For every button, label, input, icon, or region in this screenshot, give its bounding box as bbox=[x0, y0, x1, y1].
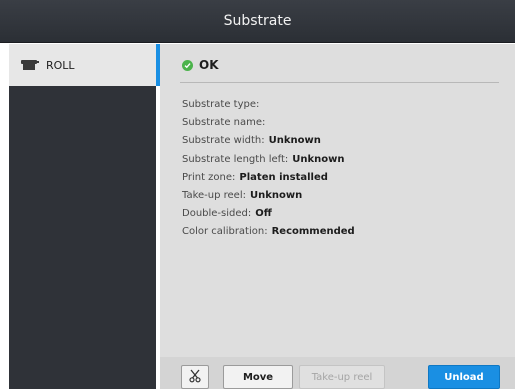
property-value: Off bbox=[255, 208, 272, 220]
property-take-up-reel: Take-up reel: Unknown bbox=[182, 187, 355, 205]
status-label: OK bbox=[199, 58, 219, 72]
property-value: Unknown bbox=[268, 135, 321, 147]
property-color-calibration: Color calibration: Recommended bbox=[182, 223, 355, 241]
property-list: Substrate type: Substrate name: Substrat… bbox=[182, 96, 355, 242]
divider bbox=[180, 82, 499, 83]
action-toolbar: Move Take-up reel Unload bbox=[160, 357, 515, 389]
scissors-icon bbox=[188, 369, 202, 386]
cut-button[interactable] bbox=[181, 365, 209, 389]
property-label: Take-up reel: bbox=[182, 189, 246, 201]
property-value: Unknown bbox=[292, 153, 345, 165]
property-label: Substrate length left: bbox=[182, 153, 289, 165]
property-value: Recommended bbox=[271, 226, 355, 238]
unload-button[interactable]: Unload bbox=[428, 365, 500, 389]
property-substrate-length-left: Substrate length left: Unknown bbox=[182, 151, 355, 169]
property-value: Unknown bbox=[249, 189, 303, 201]
detail-panel: OK Substrate type: Substrate name: Subst… bbox=[160, 44, 515, 389]
property-label: Double-sided: bbox=[182, 208, 252, 220]
page-title: Substrate bbox=[223, 13, 292, 29]
property-label: Print zone: bbox=[182, 171, 236, 183]
check-icon bbox=[182, 59, 193, 71]
sidebar: ROLL bbox=[9, 44, 156, 389]
property-double-sided: Double-sided: Off bbox=[182, 205, 355, 223]
property-label: Substrate type: bbox=[182, 99, 260, 110]
sidebar-item-roll[interactable]: ROLL bbox=[9, 44, 156, 86]
property-value: Platen installed bbox=[239, 171, 328, 183]
move-button[interactable]: Move bbox=[223, 365, 293, 389]
title-bar: Substrate bbox=[0, 0, 515, 43]
property-label: Color calibration: bbox=[182, 226, 268, 238]
property-label: Substrate width: bbox=[182, 135, 265, 147]
status-header: OK bbox=[182, 58, 219, 72]
property-substrate-type: Substrate type: bbox=[182, 96, 355, 114]
roll-icon bbox=[21, 59, 39, 71]
sidebar-item-label: ROLL bbox=[46, 58, 75, 72]
take-up-reel-button[interactable]: Take-up reel bbox=[299, 365, 385, 389]
property-print-zone: Print zone: Platen installed bbox=[182, 169, 355, 187]
property-substrate-width: Substrate width: Unknown bbox=[182, 132, 355, 150]
property-label: Substrate name: bbox=[182, 117, 266, 129]
property-substrate-name: Substrate name: bbox=[182, 114, 355, 132]
